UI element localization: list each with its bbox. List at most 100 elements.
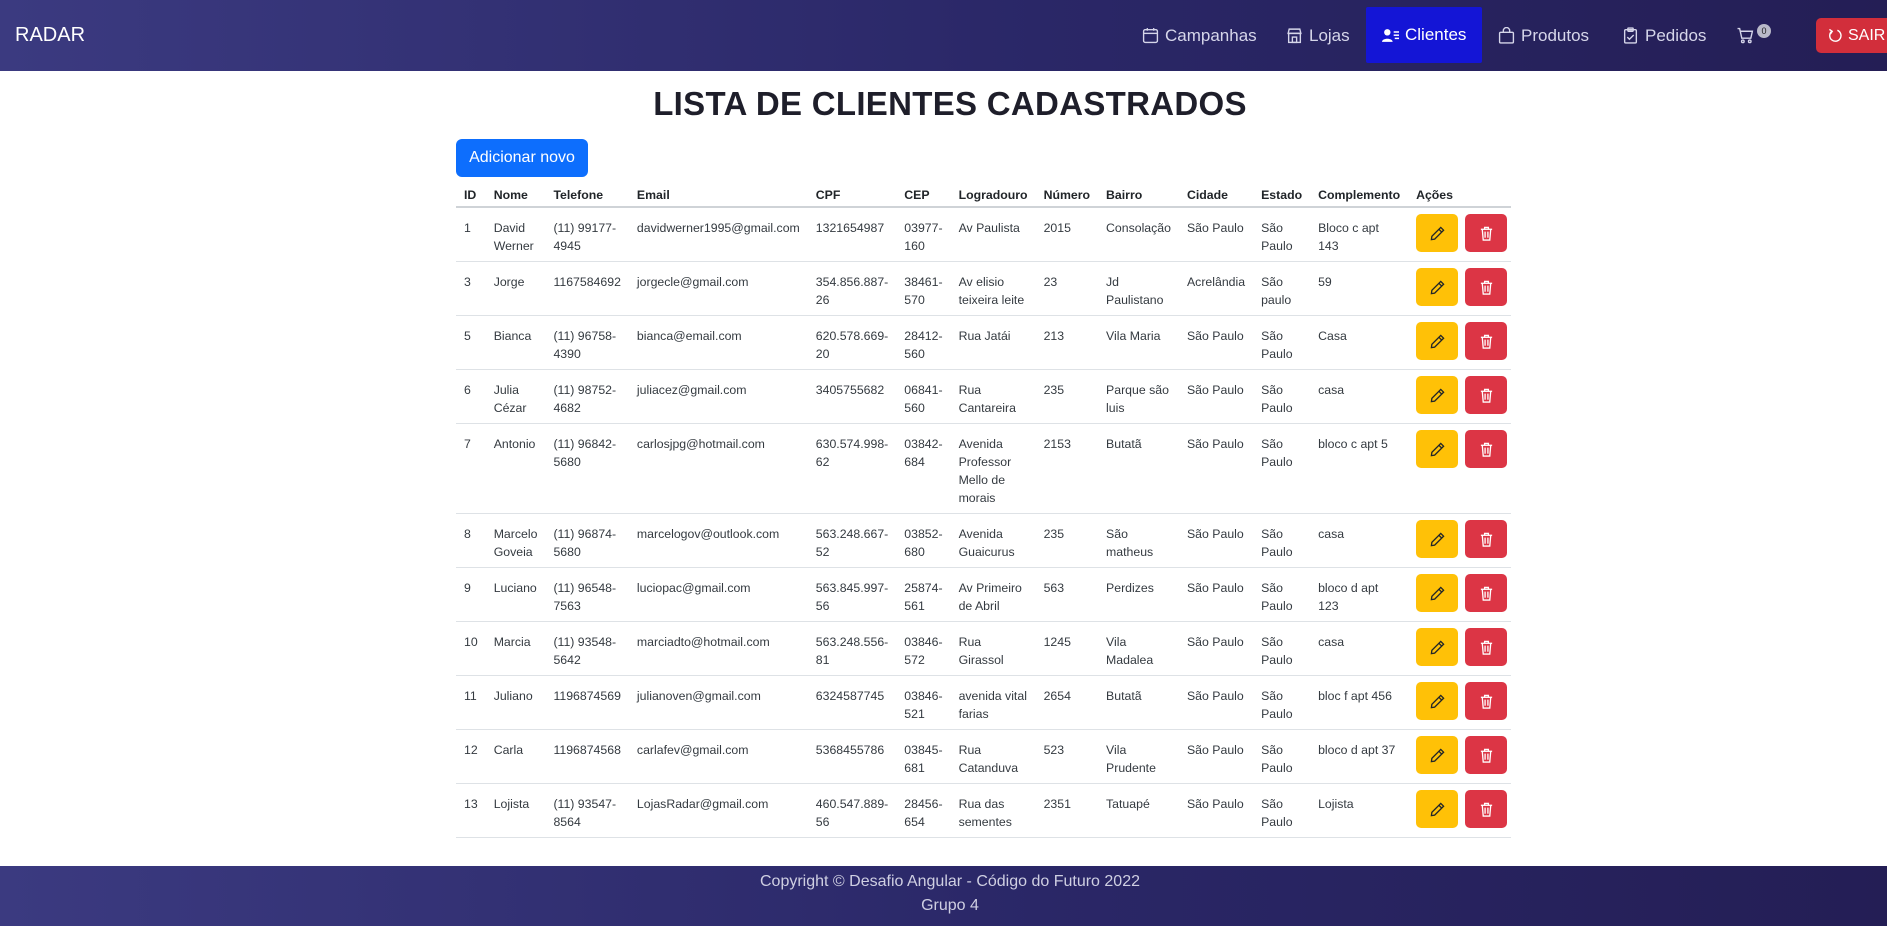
col-complemento: Complemento: [1310, 183, 1409, 208]
cell-bairro: São matheus: [1098, 513, 1179, 568]
trash-icon: [1480, 334, 1492, 349]
cell-nome: Juliano: [485, 675, 546, 730]
edit-button[interactable]: [1416, 322, 1459, 360]
cell-numero: 563: [1035, 567, 1099, 622]
logout-button[interactable]: SAIR: [1816, 18, 1887, 53]
nav-pedidos[interactable]: Pedidos: [1622, 0, 1706, 71]
delete-button[interactable]: [1465, 682, 1508, 720]
edit-button[interactable]: [1416, 268, 1459, 306]
delete-button[interactable]: [1465, 322, 1508, 360]
cell-id: 1: [456, 207, 486, 262]
cell-logradouro: Rua Jatái: [950, 315, 1036, 370]
cell-cpf: 3405755682: [807, 369, 897, 424]
edit-button[interactable]: [1416, 736, 1459, 774]
cell-nome: Marcelo Goveia: [485, 513, 546, 568]
cell-bairro: Parque são luis: [1098, 369, 1179, 424]
cell-nome: Luciano: [485, 567, 546, 622]
cell-logradouro: Rua Girassol: [950, 621, 1036, 676]
cell-complemento: Casa: [1310, 315, 1409, 370]
table-row: 7 Antonio (11) 96842-5680 carlosjpg@hotmail…: [456, 423, 1512, 514]
cell-telefone: (11) 96874-5680: [545, 513, 629, 568]
cell-cidade: São Paulo: [1178, 621, 1254, 676]
cell-numero: 2153: [1035, 423, 1099, 514]
pencil-icon: [1430, 747, 1445, 762]
cell-logradouro: Avenida Guaicurus: [950, 513, 1036, 568]
cell-cep: 03842-684: [896, 423, 951, 514]
cell-cidade: São Paulo: [1178, 207, 1254, 262]
clients-table: ID Nome Telefone Email CPF CEP Logradour…: [456, 183, 1512, 838]
nav-pedidos-label: Pedidos: [1645, 25, 1707, 45]
cell-nome: Bianca: [485, 315, 546, 370]
edit-button[interactable]: [1416, 430, 1459, 468]
cell-id: 3: [456, 261, 486, 316]
cell-cpf: 460.547.889-56: [807, 783, 897, 838]
cell-bairro: Vila Prudente: [1098, 729, 1179, 784]
brand-logo[interactable]: RADAR: [15, 24, 85, 47]
cell-actions: [1408, 261, 1512, 316]
edit-button[interactable]: [1416, 574, 1459, 612]
cell-actions: [1408, 423, 1512, 514]
cell-complemento: bloco c apt 5: [1310, 423, 1409, 514]
cell-nome: David Werner: [485, 207, 546, 262]
nav-clientes-label: Clientes: [1405, 25, 1467, 44]
delete-button[interactable]: [1465, 268, 1508, 306]
edit-button[interactable]: [1416, 214, 1459, 252]
col-acoes: Ações: [1408, 183, 1512, 208]
calendar-icon: [1142, 28, 1159, 44]
logout-label: SAIR: [1848, 26, 1886, 44]
add-new-button[interactable]: Adicionar novo: [456, 139, 588, 177]
col-cep: CEP: [896, 183, 951, 208]
cell-estado: São Paulo: [1253, 369, 1311, 424]
edit-button[interactable]: [1416, 790, 1459, 828]
cell-nome: Marcia: [485, 621, 546, 676]
table-row: 10 Marcia (11) 93548-5642 marciadto@hotmail…: [456, 621, 1512, 676]
delete-button[interactable]: [1465, 520, 1508, 558]
delete-button[interactable]: [1465, 736, 1508, 774]
cell-bairro: Butatã: [1098, 423, 1179, 514]
cell-cidade: Acrelândia: [1178, 261, 1254, 316]
logout-icon: [1829, 28, 1842, 42]
cell-nome: Carla: [485, 729, 546, 784]
nav-lojas[interactable]: Lojas: [1286, 0, 1350, 71]
trash-icon: [1480, 226, 1492, 241]
pencil-icon: [1430, 693, 1445, 708]
cell-telefone: (11) 99177-4945: [545, 207, 629, 262]
pencil-icon: [1430, 585, 1445, 600]
delete-button[interactable]: [1465, 376, 1508, 414]
shop-icon: [1287, 28, 1302, 44]
cell-numero: 235: [1035, 369, 1099, 424]
trash-icon: [1480, 586, 1492, 601]
edit-button[interactable]: [1416, 376, 1459, 414]
delete-button[interactable]: [1465, 574, 1508, 612]
cell-bairro: Perdizes: [1098, 567, 1179, 622]
cell-cep: 03852-680: [896, 513, 951, 568]
trash-icon: [1480, 532, 1492, 547]
cell-complemento: Bloco c apt 143: [1310, 207, 1409, 262]
cell-cpf: 630.574.998-62: [807, 423, 897, 514]
cell-bairro: Vila Madalea: [1098, 621, 1179, 676]
pencil-icon: [1430, 333, 1445, 348]
cell-bairro: Butatã: [1098, 675, 1179, 730]
col-email: Email: [628, 183, 808, 208]
nav-campanhas[interactable]: Campanhas: [1142, 0, 1257, 71]
delete-button[interactable]: [1465, 430, 1508, 468]
delete-button[interactable]: [1465, 790, 1508, 828]
cell-email: carlosjpg@hotmail.com: [628, 423, 808, 514]
table-row: 11 Juliano 1196874569 julianoven@gmail.com 6…: [456, 675, 1512, 730]
edit-button[interactable]: [1416, 520, 1459, 558]
col-numero: Número: [1035, 183, 1099, 208]
cell-cep: 03846-572: [896, 621, 951, 676]
delete-button[interactable]: [1465, 628, 1508, 666]
edit-button[interactable]: [1416, 628, 1459, 666]
cell-actions: [1408, 369, 1512, 424]
nav-cart[interactable]: [1737, 0, 1754, 71]
nav-clientes[interactable]: Clientes: [1366, 7, 1483, 63]
nav-produtos[interactable]: Produtos: [1498, 0, 1589, 71]
page-title: LISTA DE CLIENTES CADASTRADOS: [653, 85, 1247, 122]
col-cpf: CPF: [807, 183, 897, 208]
cell-actions: [1408, 315, 1512, 370]
edit-button[interactable]: [1416, 682, 1459, 720]
delete-button[interactable]: [1465, 214, 1508, 252]
footer-group: Grupo 4: [921, 897, 979, 914]
table-row: 13 Lojista (11) 93547-8564 LojasRadar@gmail…: [456, 783, 1512, 838]
